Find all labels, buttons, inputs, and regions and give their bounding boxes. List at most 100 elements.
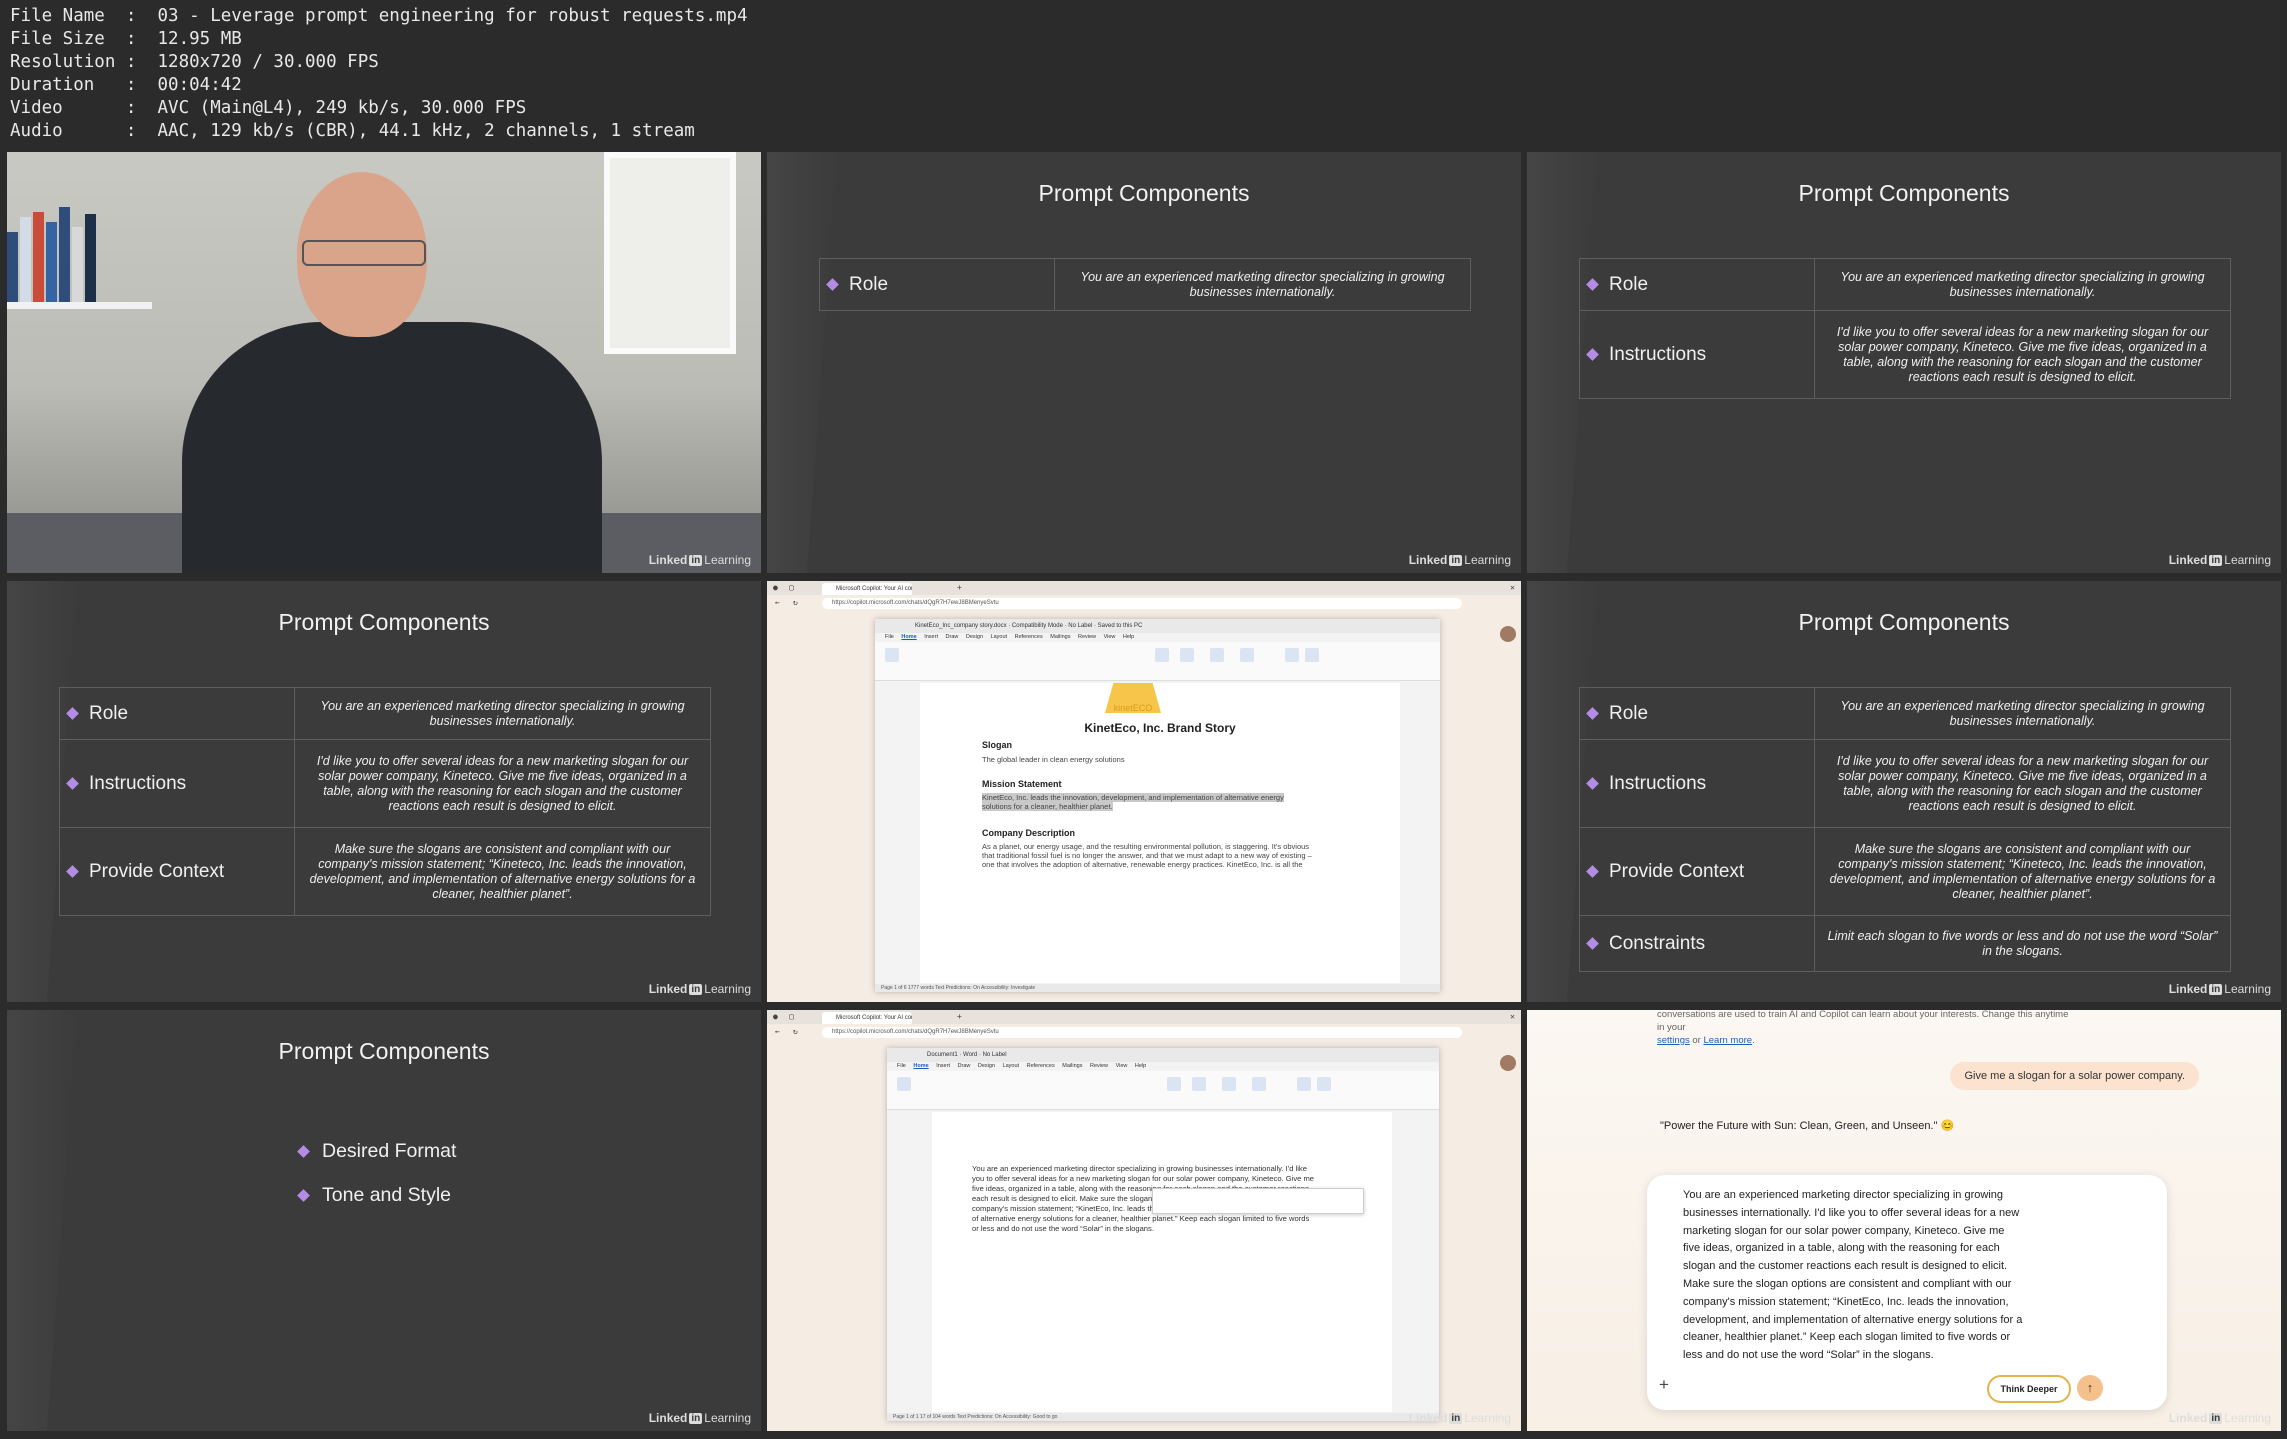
close-window-icon[interactable]: ✕ [1510,1012,1515,1021]
dictate-icon[interactable] [1210,648,1224,662]
menu-view[interactable]: View [1116,1063,1128,1069]
address-bar[interactable]: https://copilot.microsoft.com/chats/dQgR… [822,598,1462,609]
reload-icon[interactable]: ↻ [793,598,798,607]
thumbnail-slide-instructions[interactable]: Prompt Components Role You are an experie… [1527,152,2281,573]
diamond-bullet-icon [1586,348,1599,361]
table-row: Constraints Limit each slogan to five wor… [1579,915,2231,972]
copilot-icon[interactable] [1305,648,1319,662]
presenter [182,172,602,573]
copilot-icon[interactable] [1317,1077,1331,1091]
new-tab-icon[interactable]: + [957,1012,962,1021]
editor-icon[interactable] [1297,1077,1311,1091]
bookshelf [7,192,127,302]
menu-mailings[interactable]: Mailings [1050,634,1070,640]
list-item: Desired Format [297,1140,456,1163]
linkedin-learning-watermark: Linked in Learning [1408,553,1511,567]
mission-text: KinetEco, Inc. leads the innovation, dev… [982,793,1284,811]
component-list: Desired Format Tone and Style [297,1140,456,1228]
menu-help[interactable]: Help [1135,1063,1146,1069]
status-bar: Page 1 of 6 1777 words Text Predictions:… [875,984,1440,992]
think-deeper-button[interactable]: Think Deeper [1987,1375,2071,1403]
back-icon[interactable]: ← [775,598,780,607]
editor-icon[interactable] [1285,648,1299,662]
menu-references[interactable]: References [1027,1063,1055,1069]
avatar[interactable] [1500,1055,1516,1071]
components-table: Role You are an experienced marketing dir… [819,258,1471,311]
editing-icon[interactable] [1180,648,1194,662]
editing-icon[interactable] [1192,1077,1206,1091]
table-row: Role You are an experienced marketing dir… [1579,687,2231,740]
address-bar[interactable]: https://copilot.microsoft.com/chats/dQgR… [822,1027,1462,1038]
back-icon[interactable]: ← [775,1027,780,1036]
menu-draw[interactable]: Draw [958,1063,971,1069]
menu-view[interactable]: View [1104,634,1116,640]
thumbnail-slide-context[interactable]: Prompt Components Role You are an experie… [7,581,761,1002]
diamond-bullet-icon [1586,865,1599,878]
menu-help[interactable]: Help [1123,634,1134,640]
avatar[interactable] [1500,626,1516,642]
linkedin-learning-watermark: Linked in Learning [648,1411,751,1425]
sensitivity-icon[interactable] [1252,1077,1266,1091]
menu-references[interactable]: References [1015,634,1043,640]
paste-icon[interactable] [897,1077,911,1091]
menu-design[interactable]: Design [978,1063,995,1069]
sensitivity-icon[interactable] [1240,648,1254,662]
menu-layout[interactable]: Layout [991,634,1008,640]
styles-icon[interactable] [1155,648,1169,662]
browser-tab-strip: ● ▢ Microsoft Copilot: Your AI compa + ✕ [767,1010,1521,1024]
company-heading: Company Description [982,828,1076,838]
menu-review[interactable]: Review [1090,1063,1108,1069]
document-page[interactable]: kinetECO KinetEco, Inc. Brand Story Slog… [920,683,1400,983]
thumbnail-presenter[interactable]: Linked in Learning [7,152,761,573]
tab-actions-icon[interactable]: ▢ [789,1012,794,1021]
thumbnail-slide-role[interactable]: Prompt Components Role You are an experie… [767,152,1521,573]
menu-insert[interactable]: Insert [936,1063,950,1069]
ribbon [887,1071,1439,1110]
thumbnail-word-brand-story[interactable]: ● ▢ Microsoft Copilot: Your AI compa + ✕… [767,581,1521,1002]
document-page[interactable]: You are an experienced marketing directo… [932,1112,1392,1412]
status-bar: Page 1 of 1 17 of 104 words Text Predict… [887,1413,1439,1421]
table-row: Provide Context Make sure the slogans are… [59,827,711,916]
thumbnail-slide-constraints[interactable]: Prompt Components Role You are an experie… [1527,581,2281,1002]
profile-icon[interactable]: ● [773,583,778,592]
profile-icon[interactable]: ● [773,1012,778,1021]
table-row: Instructions I'd like you to offer severa… [1579,739,2231,828]
tab-actions-icon[interactable]: ▢ [789,583,794,592]
shelf [7,302,152,309]
learn-more-link[interactable]: Learn more [1703,1035,1752,1046]
dictate-icon[interactable] [1222,1077,1236,1091]
close-window-icon[interactable]: ✕ [1510,583,1515,592]
menu-review[interactable]: Review [1078,634,1096,640]
reload-icon[interactable]: ↻ [793,1027,798,1036]
diamond-bullet-icon [66,707,79,720]
thumbnail-slide-format[interactable]: Prompt Components Desired Format Tone an… [7,1010,761,1431]
composer-input[interactable]: You are an experienced marketing directo… [1683,1187,2023,1365]
word-menu: File Home Insert Draw Design Layout Refe… [887,1062,1439,1071]
menu-file[interactable]: File [897,1063,906,1069]
components-table: Role You are an experienced marketing dir… [1579,258,2231,399]
linkedin-learning-watermark: Linked in Learning [2168,553,2271,567]
add-icon[interactable]: + [1659,1375,1669,1395]
menu-mailings[interactable]: Mailings [1062,1063,1082,1069]
settings-link[interactable]: settings [1657,1035,1690,1046]
menu-file[interactable]: File [885,634,894,640]
menu-draw[interactable]: Draw [946,634,959,640]
new-tab-icon[interactable]: + [957,583,962,592]
send-icon[interactable]: ↑ [2077,1375,2103,1401]
menu-home[interactable]: Home [913,1063,928,1069]
menu-home[interactable]: Home [901,634,916,640]
slide-title: Prompt Components [1038,180,1250,206]
menu-layout[interactable]: Layout [1003,1063,1020,1069]
menu-insert[interactable]: Insert [924,634,938,640]
slogan-text: The global leader in clean energy soluti… [982,755,1125,764]
paste-icon[interactable] [885,648,899,662]
styles-icon[interactable] [1167,1077,1181,1091]
browser-tab[interactable]: Microsoft Copilot: Your AI compa [822,583,912,595]
assistant-message: "Power the Future with Sun: Clean, Green… [1660,1120,1955,1132]
chat-composer[interactable]: You are an experienced marketing directo… [1647,1175,2167,1410]
menu-design[interactable]: Design [966,634,983,640]
thumbnail-copilot-chat[interactable]: conversations are used to train AI and C… [1527,1010,2281,1431]
floating-format-toolbar[interactable] [1152,1188,1364,1214]
browser-tab[interactable]: Microsoft Copilot: Your AI compa [822,1012,912,1024]
thumbnail-word-prompt[interactable]: ● ▢ Microsoft Copilot: Your AI compa + ✕… [767,1010,1521,1431]
